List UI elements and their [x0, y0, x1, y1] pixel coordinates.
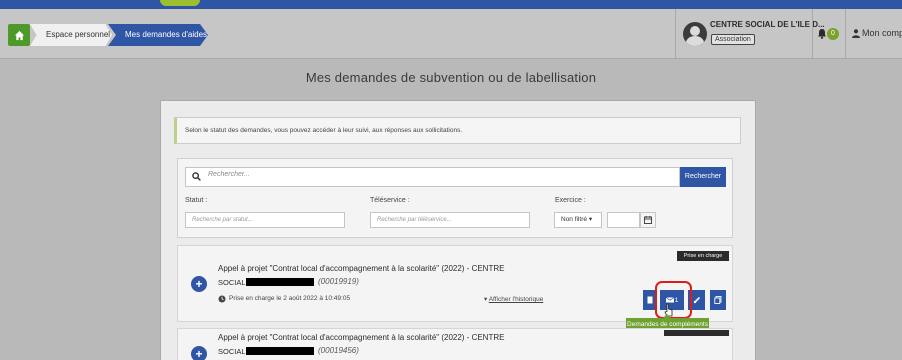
request-title: Appel à projet "Contrat local d'accompag…: [218, 333, 505, 342]
expand-icon[interactable]: +: [191, 346, 207, 360]
show-history-link[interactable]: ▾ Afficher l'historique: [484, 295, 543, 303]
org-type-badge: Association: [711, 34, 755, 45]
search-input[interactable]: [185, 167, 680, 187]
account-menu[interactable]: Mon comp: [862, 28, 902, 38]
redaction-bar: [246, 278, 314, 286]
status-filter-label: Statut :: [185, 197, 208, 204]
top-band: [0, 0, 902, 9]
notification-count-badge[interactable]: 0: [827, 28, 839, 40]
org-avatar[interactable]: [683, 22, 707, 46]
clock-icon: [218, 295, 226, 303]
status-badge: [664, 330, 729, 336]
taken-charge-info: Prise en charge le 2 août 2022 à 10:49:0…: [229, 295, 351, 302]
teleservice-filter-input[interactable]: Recherche par téléservice...: [370, 212, 530, 228]
exercise-filter-select[interactable]: Non filtré ▾: [554, 212, 602, 228]
copy-icon: [714, 296, 722, 304]
page-title: Mes demandes de subvention ou de labelli…: [305, 70, 597, 85]
calendar-button[interactable]: [640, 212, 656, 228]
expand-icon[interactable]: +: [191, 276, 207, 292]
header-divider: [812, 9, 813, 59]
copy-button[interactable]: [710, 290, 726, 310]
exercise-year-input[interactable]: [607, 212, 640, 228]
user-icon: [852, 29, 860, 38]
breadcrumb-item-mes-demandes[interactable]: Mes demandes d'aides: [108, 24, 208, 46]
breadcrumb-item-espace-personnel[interactable]: Espace personnel: [30, 24, 112, 46]
header-divider: [845, 9, 846, 59]
header-divider: [675, 9, 676, 59]
info-message: Selon le statut des demandes, vous pouve…: [174, 117, 741, 144]
teleservice-filter-label: Téléservice :: [370, 197, 410, 204]
link-icon: [693, 296, 700, 304]
redaction-bar: [246, 347, 314, 355]
request-title: Appel à projet "Contrat local d'accompag…: [218, 264, 505, 273]
request-reference: (00019456): [318, 346, 359, 355]
exercise-filter-label: Exercice :: [555, 197, 586, 204]
request-reference: (00019919): [318, 277, 359, 286]
status-badge: Prise en charge: [677, 251, 729, 261]
request-title-org: SOCIAL: [218, 347, 246, 356]
breadcrumb-home-icon[interactable]: [8, 24, 30, 46]
document-icon: [647, 296, 653, 304]
home-icon: [14, 30, 24, 40]
search-placeholder: Rechercher...: [208, 171, 250, 178]
bell-icon[interactable]: [817, 28, 827, 39]
search-icon: [192, 172, 201, 181]
search-button[interactable]: Rechercher: [680, 167, 726, 187]
org-name[interactable]: CENTRE SOCIAL DE L'ILE D...: [710, 20, 825, 29]
request-title-org: SOCIAL: [218, 278, 246, 287]
calendar-icon: [644, 216, 652, 224]
show-history-label: Afficher l'historique: [488, 296, 544, 303]
brand-mark: [160, 0, 200, 6]
status-filter-input[interactable]: Recherche par statut...: [185, 212, 345, 228]
